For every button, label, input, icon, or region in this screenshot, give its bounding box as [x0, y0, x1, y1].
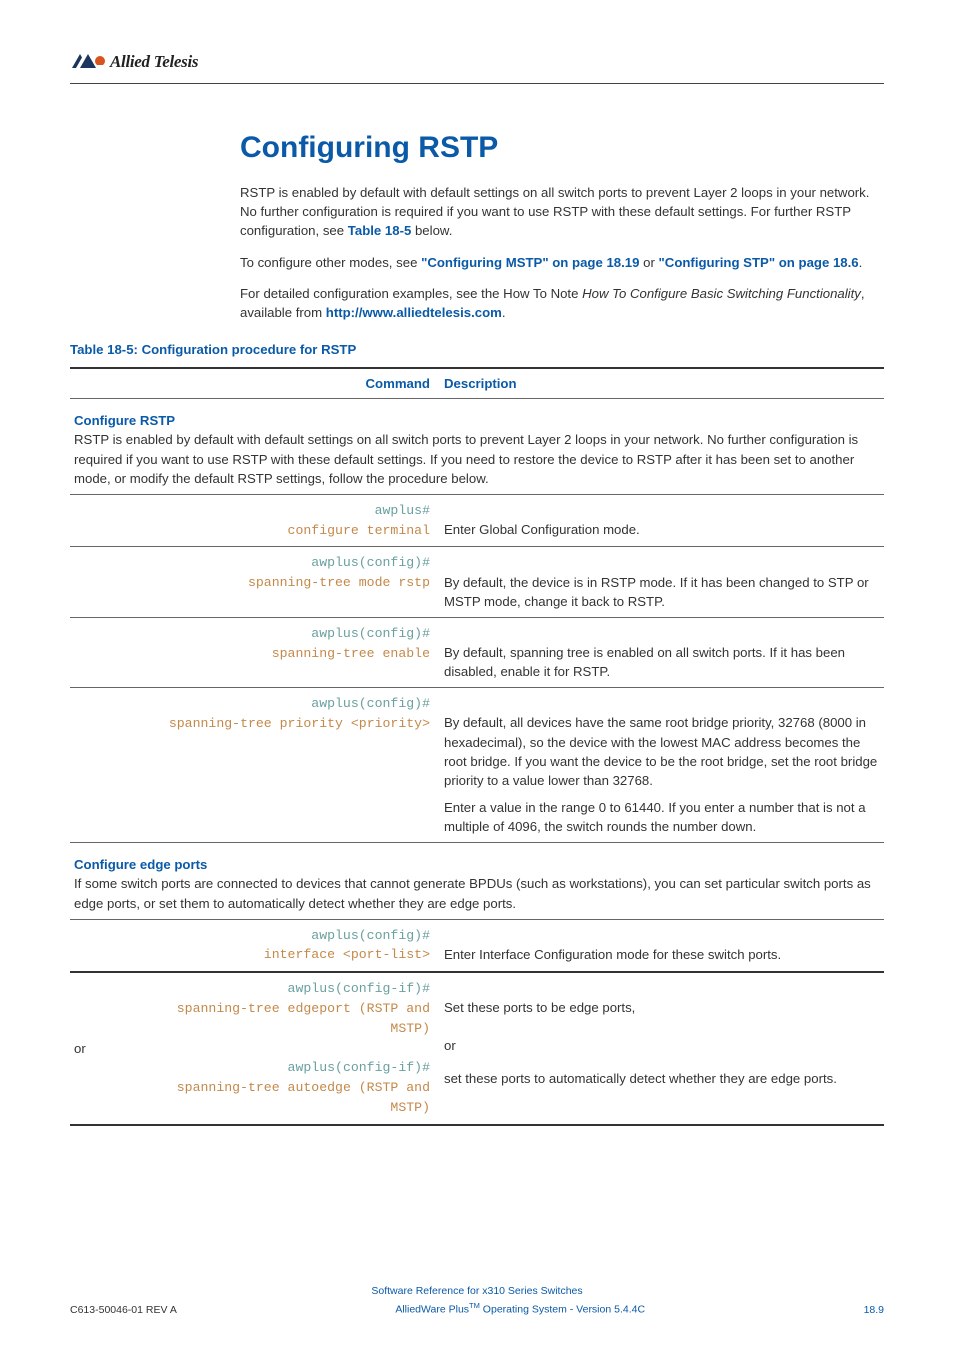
row-desc: Enter Global Configuration mode.	[444, 522, 640, 537]
row-desc: By default, all devices have the same ro…	[444, 713, 880, 790]
cli-prompt: awplus(config)#	[74, 694, 430, 714]
row-desc: By default, the device is in RSTP mode. …	[444, 575, 869, 609]
page-footer: Software Reference for x310 Series Switc…	[70, 1284, 884, 1318]
cli-prompt: awplus(config)#	[74, 926, 430, 946]
section-edge-ports-body: If some switch ports are connected to de…	[74, 874, 880, 918]
table-row: awplus# configure terminal Enter Global …	[70, 494, 884, 547]
header-rule	[70, 83, 884, 84]
cli-prompt: awplus#	[74, 501, 430, 521]
cli-command: spanning-tree autoedge (RSTP and	[74, 1078, 430, 1098]
footer-rev: C613-50046-01 REV A	[70, 1303, 177, 1318]
cli-prompt: awplus(config-if)#	[74, 979, 430, 999]
section-configure-rstp-body: RSTP is enabled by default with default …	[74, 430, 880, 493]
row-desc: set these ports to automatically detect …	[444, 1069, 880, 1088]
section-configure-rstp-title: Configure RSTP	[74, 405, 880, 430]
cli-command: spanning-tree edgeport (RSTP and	[74, 999, 430, 1019]
row-desc: Enter Interface Configuration mode for t…	[444, 947, 781, 962]
config-table: Command Description Configure RSTP RSTP …	[70, 367, 884, 1126]
cli-prompt: awplus(config)#	[74, 624, 430, 644]
intro-p3: For detailed configuration examples, see…	[240, 284, 884, 322]
brand-logo: Allied Telesis	[70, 50, 884, 75]
howto-note-title: How To Configure Basic Switching Functio…	[582, 286, 861, 301]
row-desc: By default, spanning tree is enabled on …	[444, 645, 845, 679]
cli-command: configure terminal	[74, 521, 430, 541]
intro-p1: RSTP is enabled by default with default …	[240, 183, 884, 240]
footer-page-number: 18.9	[864, 1303, 884, 1318]
cli-command-cont: MSTP)	[74, 1019, 430, 1039]
link-alliedtelesis[interactable]: http://www.alliedtelesis.com	[326, 305, 502, 320]
intro-block: RSTP is enabled by default with default …	[240, 183, 884, 322]
table-caption: Table 18-5: Configuration procedure for …	[70, 340, 884, 359]
row-desc-or: or	[444, 1036, 880, 1055]
table-row: awplus(config)# interface <port-list> En…	[70, 919, 884, 972]
col-head-command: Command	[70, 368, 440, 399]
logo-text: Allied Telesis	[110, 50, 198, 75]
cli-command: spanning-tree priority <priority>	[74, 714, 430, 734]
cli-command-cont: MSTP)	[74, 1098, 430, 1118]
table-row: awplus(config)# spanning-tree priority <…	[70, 688, 884, 843]
link-configuring-stp[interactable]: "Configuring STP" on page 18.6	[659, 255, 859, 270]
table-row: awplus(config)# spanning-tree mode rstp …	[70, 547, 884, 617]
cli-prompt: awplus(config)#	[74, 553, 430, 573]
table-row: awplus(config-if)# spanning-tree edgepor…	[70, 972, 884, 1125]
table-row: awplus(config)# spanning-tree enable By …	[70, 617, 884, 687]
link-table-18-5[interactable]: Table 18-5	[348, 223, 412, 238]
section-edge-ports-title: Configure edge ports	[74, 849, 880, 874]
or-label: or	[74, 1039, 430, 1059]
row-desc-extra: Enter a value in the range 0 to 61440. I…	[444, 798, 880, 836]
cli-command: spanning-tree mode rstp	[74, 573, 430, 593]
row-desc: Set these ports to be edge ports,	[444, 998, 880, 1017]
col-head-description: Description	[440, 368, 884, 399]
footer-line1: Software Reference for x310 Series Switc…	[70, 1284, 884, 1299]
logo-mark	[70, 52, 106, 72]
page-title: Configuring RSTP	[240, 126, 884, 170]
cli-command: spanning-tree enable	[74, 644, 430, 664]
intro-p2: To configure other modes, see "Configuri…	[240, 253, 884, 272]
link-configuring-mstp[interactable]: "Configuring MSTP" on page 18.19	[421, 255, 639, 270]
cli-command: interface <port-list>	[74, 945, 430, 965]
footer-product: AlliedWare PlusTM Operating System - Ver…	[177, 1301, 864, 1318]
cli-prompt: awplus(config-if)#	[74, 1058, 430, 1078]
